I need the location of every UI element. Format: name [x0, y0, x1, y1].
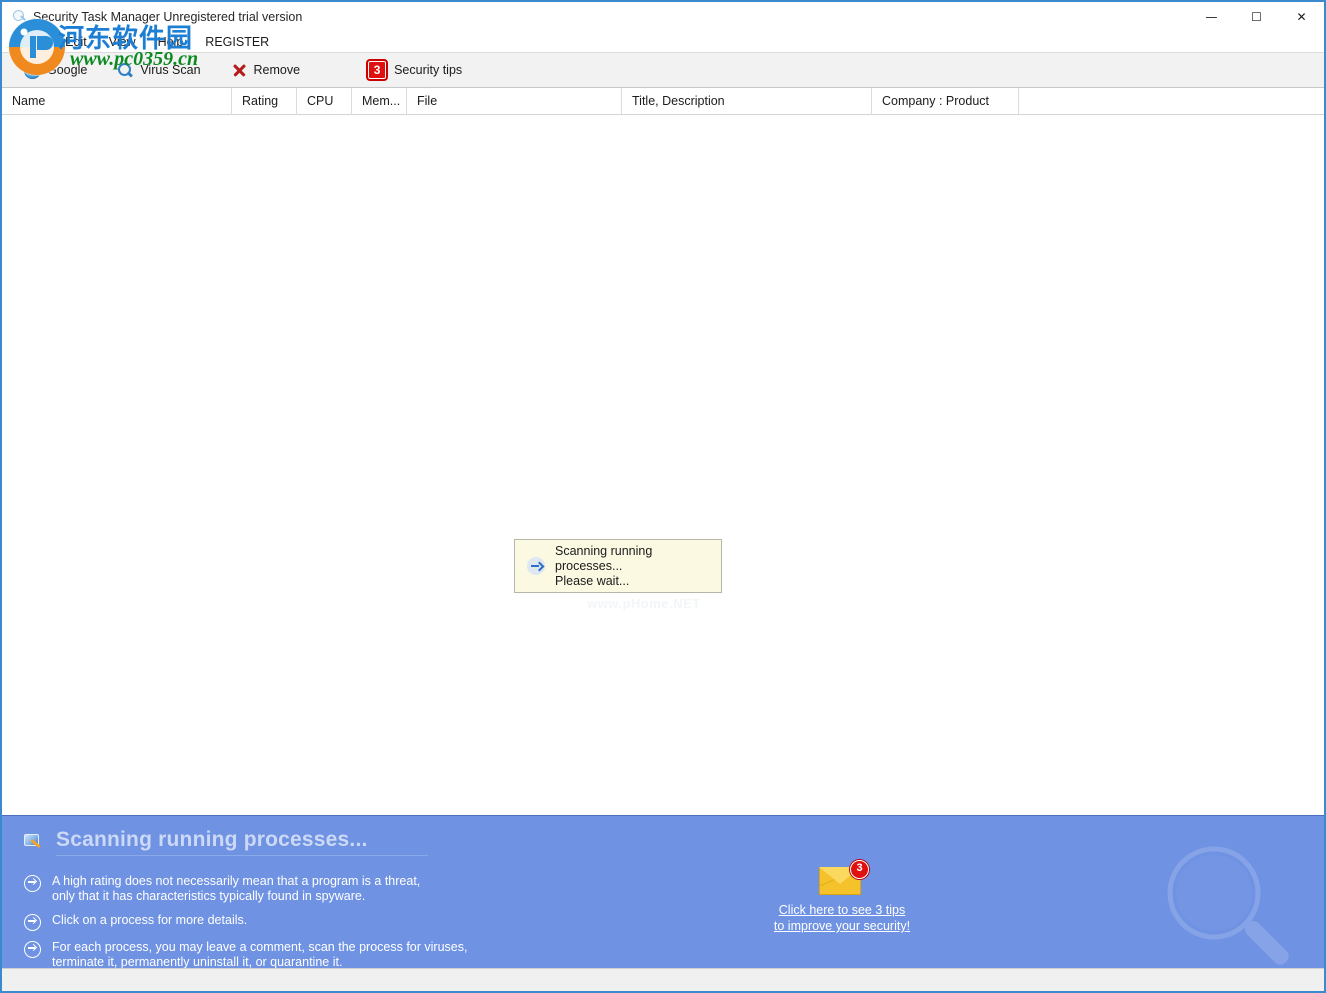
- security-tips-link-line1: Click here to see 3 tips: [779, 903, 905, 917]
- info-bullet-actions-line1: For each process, you may leave a commen…: [52, 940, 467, 955]
- blue-arrow-circle-icon: [527, 557, 545, 575]
- application-window: Security Task Manager Unregistered trial…: [0, 0, 1326, 993]
- status-bar: [2, 968, 1324, 993]
- info-bullet-rating-line2: only that it has characteristics typical…: [52, 889, 420, 904]
- column-header-mem[interactable]: Mem...: [352, 88, 407, 114]
- menu-item-register[interactable]: REGISTER: [194, 32, 280, 52]
- minimize-button[interactable]: —: [1189, 2, 1234, 32]
- info-bullet-actions-line2: terminate it, permanently uninstall it, …: [52, 955, 467, 968]
- google-button-label: Google: [47, 63, 87, 77]
- phome-watermark: www.pHome.NET: [587, 596, 701, 611]
- internet-explorer-icon: [24, 62, 41, 79]
- menu-item-help[interactable]: Help: [147, 32, 195, 52]
- window-title: Security Task Manager Unregistered trial…: [33, 10, 302, 24]
- monitor-pen-icon: [24, 833, 44, 851]
- menu-item-view[interactable]: View: [98, 32, 147, 52]
- info-bullet-actions: For each process, you may leave a commen…: [24, 940, 494, 968]
- info-bullet-actions-text: For each process, you may leave a commen…: [52, 940, 467, 968]
- arrow-circle-icon: [24, 875, 41, 892]
- column-header-name[interactable]: Name: [2, 88, 232, 114]
- column-header-title-description[interactable]: Title, Description: [622, 88, 872, 114]
- security-tips-link[interactable]: Click here to see 3 tips to improve your…: [774, 902, 910, 934]
- info-bullet-rating: A high rating does not necessarily mean …: [24, 874, 494, 904]
- security-tips-link-line2: to improve your security!: [774, 919, 910, 933]
- info-bullet-click-process: Click on a process for more details.: [24, 913, 494, 931]
- scanning-tooltip-line1: Scanning running processes...: [555, 544, 721, 574]
- arrow-circle-icon: [24, 941, 41, 958]
- info-bullet-rating-text: A high rating does not necessarily mean …: [52, 874, 420, 904]
- menu-bar: File Edit View Help REGISTER: [2, 32, 1324, 53]
- toolbar: Google Virus Scan Remove 3 Security tips: [2, 53, 1324, 88]
- scanning-tooltip-line2: Please wait...: [555, 574, 721, 589]
- column-header-spacer[interactable]: [1019, 88, 1295, 114]
- envelope-icon: 3: [819, 864, 865, 896]
- info-bullet-rating-line1: A high rating does not necessarily mean …: [52, 874, 420, 889]
- security-tips-badge-icon: 3: [366, 59, 388, 81]
- info-panel: Scanning running processes... A high rat…: [2, 815, 1324, 968]
- scanning-tooltip: Scanning running processes... Please wai…: [514, 539, 722, 593]
- column-header-cpu[interactable]: CPU: [297, 88, 352, 114]
- arrow-circle-icon: [24, 914, 41, 931]
- info-panel-heading: Scanning running processes...: [24, 828, 428, 856]
- red-x-icon: [231, 62, 248, 79]
- security-tips-button[interactable]: 3 Security tips: [360, 56, 472, 84]
- column-header-rating[interactable]: Rating: [232, 88, 297, 114]
- magnifier-icon: [117, 62, 134, 79]
- envelope-badge-count: 3: [850, 860, 869, 879]
- column-header-company-product[interactable]: Company : Product: [872, 88, 1019, 114]
- security-tips-cta[interactable]: 3 Click here to see 3 tips to improve yo…: [742, 864, 942, 935]
- app-magnifier-icon: [10, 8, 28, 26]
- title-bar: Security Task Manager Unregistered trial…: [2, 2, 1324, 32]
- scanning-tooltip-text: Scanning running processes... Please wai…: [555, 544, 721, 589]
- maximize-button[interactable]: ☐: [1234, 2, 1279, 32]
- window-controls: — ☐ ✕: [1189, 2, 1324, 32]
- close-button[interactable]: ✕: [1279, 2, 1324, 32]
- remove-button-label: Remove: [254, 63, 301, 77]
- process-table-header: Name Rating CPU Mem... File Title, Descr…: [2, 88, 1324, 115]
- remove-button[interactable]: Remove: [225, 56, 311, 84]
- virus-scan-button-label: Virus Scan: [140, 63, 200, 77]
- info-panel-bullets: A high rating does not necessarily mean …: [24, 874, 494, 968]
- column-header-file[interactable]: File: [407, 88, 622, 114]
- menu-item-file[interactable]: File: [12, 32, 54, 52]
- security-tips-button-label: Security tips: [394, 63, 462, 77]
- info-bullet-click-process-text: Click on a process for more details.: [52, 913, 247, 928]
- info-panel-heading-text: Scanning running processes...: [56, 828, 428, 856]
- virus-scan-button[interactable]: Virus Scan: [111, 56, 210, 84]
- google-button[interactable]: Google: [18, 56, 97, 84]
- process-list[interactable]: Scanning running processes... Please wai…: [2, 115, 1324, 815]
- menu-item-edit[interactable]: Edit: [54, 32, 98, 52]
- info-bullet-click-process-line1: Click on a process for more details.: [52, 913, 247, 928]
- security-tips-badge-count: 3: [374, 64, 381, 76]
